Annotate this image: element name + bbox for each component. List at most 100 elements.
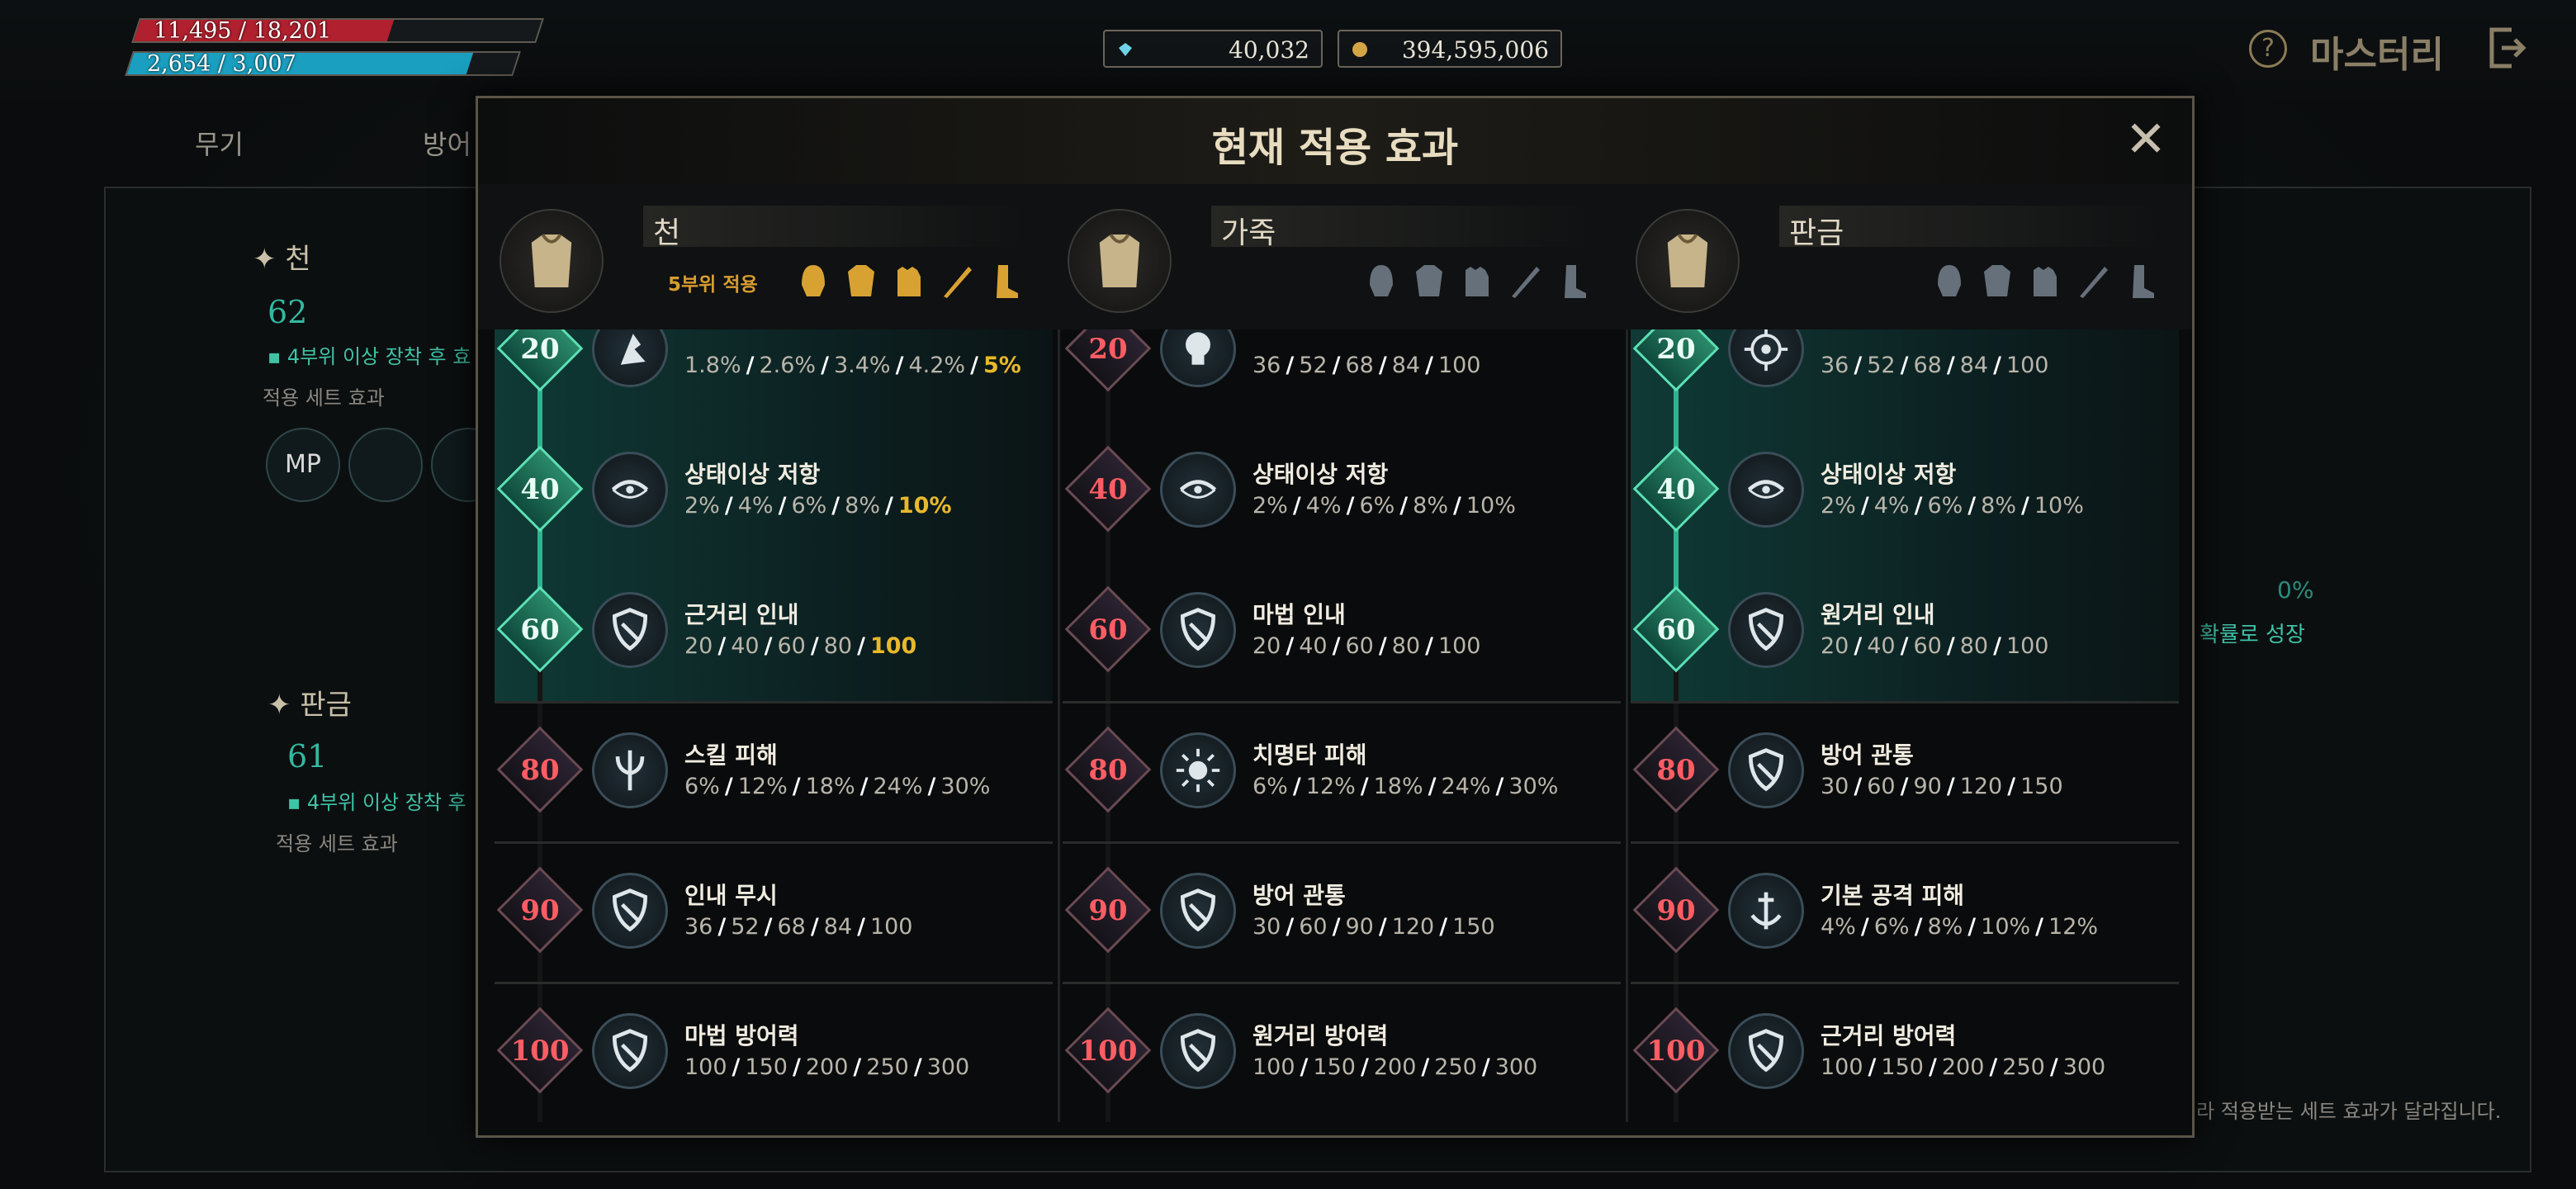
effects-column-leather: 20 36/52/68/84/100 40 상태이상 저항 2%/4%/6%/8%/10… (1063, 329, 1621, 1122)
tier-value: 100 (684, 1054, 727, 1080)
tier-value: 12% (737, 774, 788, 799)
effect-values: 20/40/60/80/100 (1252, 633, 1481, 659)
tier-value: 100 (869, 914, 913, 940)
tier-value: 200 (1941, 1054, 1985, 1080)
level-number: 100 (1646, 1035, 1706, 1068)
tab-weapon[interactable]: 무기 (195, 124, 244, 162)
level-number: 90 (520, 894, 560, 927)
help-icon[interactable]: ? (2249, 30, 2287, 68)
effect-button-2[interactable] (348, 428, 423, 502)
footer-note: 라 적용받는 세트 효과가 달라집니다. (2196, 1100, 2502, 1123)
effect-row-leather-20[interactable]: 20 36/52/68/84/100 (1063, 329, 1621, 420)
mp-effect-button[interactable]: MP (266, 428, 340, 502)
section-plate-title: ✦ 판금 (268, 689, 352, 722)
effect-row-leather-90[interactable]: 90 방어 관통 30/60/90/120/150 (1063, 841, 1621, 982)
leather-gloves-icon (1466, 267, 1489, 296)
effect-values: 100/150/200/250/300 (684, 1054, 970, 1080)
effect-row-cloth-20[interactable]: 20 1.8%/2.6%/3.4%/4.2%/5% (495, 329, 1053, 420)
tier-value: 300 (2062, 1054, 2106, 1080)
effect-values: 20/40/60/80/100 (684, 633, 917, 659)
effect-values: 36/52/68/84/100 (1821, 353, 2049, 378)
effect-row-plate-100[interactable]: 100 근거리 방어력 100/150/200/250/300 (1631, 982, 2179, 1122)
armor-header-leather[interactable]: 가죽 (1046, 184, 1608, 329)
plate-gloves-icon (2034, 267, 2057, 296)
effect-values: 36/52/68/84/100 (1252, 353, 1481, 378)
effect-row-leather-40[interactable]: 40 상태이상 저항 2%/4%/6%/8%/10% (1063, 420, 1621, 561)
effect-row-leather-80[interactable]: 80 치명타 피해 6%/12%/18%/24%/30% (1063, 701, 1621, 841)
effect-values: 6%/12%/18%/24%/30% (1252, 774, 1559, 799)
effect-name: 방어 관통 (1252, 882, 1346, 909)
gold-counter[interactable]: 394,595,006 (1338, 30, 1562, 68)
level-number: 20 (1088, 333, 1128, 366)
effect-name: 근거리 방어력 (1821, 1022, 1957, 1049)
effect-row-cloth-60[interactable]: 60 근거리 인내 20/40/60/80/100 (495, 561, 1053, 701)
shield-icon (1160, 592, 1236, 668)
effect-name: 상태이상 저항 (1821, 461, 1957, 488)
tier-value: 30% (940, 774, 991, 799)
effect-name: 마법 인내 (1252, 601, 1346, 628)
cloth-pieces (795, 260, 1023, 301)
section-plate-set-label: 적용 세트 효과 (276, 832, 398, 855)
effect-row-cloth-80[interactable]: 80 스킬 피해 6%/12%/18%/24%/30% (495, 701, 1053, 841)
tier-value: 30 (1252, 914, 1281, 940)
effect-row-cloth-100[interactable]: 100 마법 방어력 100/150/200/250/300 (495, 982, 1053, 1122)
effect-row-plate-80[interactable]: 80 방어 관통 30/60/90/120/150 (1631, 701, 2179, 841)
armor-header-plate[interactable]: 판금 (1614, 184, 2176, 329)
tier-value: 18% (805, 774, 855, 799)
effect-row-plate-90[interactable]: 90 기본 공격 피해 4%/6%/8%/10%/12% (1631, 841, 2179, 982)
effect-row-cloth-40[interactable]: 40 상태이상 저항 2%/4%/6%/8%/10% (495, 420, 1053, 561)
tier-value: 5% (983, 353, 1021, 378)
tier-value: 4% (1305, 493, 1342, 519)
effect-values: 30/60/90/120/150 (1821, 774, 2063, 799)
tier-value: 68 (1913, 353, 1942, 378)
close-icon[interactable]: ✕ (2123, 115, 2169, 164)
tier-value: 1.8% (684, 353, 741, 378)
effect-name: 근거리 인내 (684, 601, 799, 628)
tier-value: 60 (1299, 914, 1328, 940)
level-number: 60 (520, 613, 560, 647)
tier-value: 100 (2005, 633, 2049, 659)
effect-row-plate-40[interactable]: 40 상태이상 저항 2%/4%/6%/8%/10% (1631, 420, 2179, 561)
tier-value: 150 (1452, 914, 1495, 940)
set-effect-modal: 현재 적용 효과 ✕ 천 5부위 적용 가죽 판금 20 1.8%/2.6%/3.4% /… (476, 96, 2195, 1138)
section-plate-level: 61 (287, 738, 328, 775)
effect-row-leather-100[interactable]: 100 원거리 방어력 100/150/200/250/300 (1063, 982, 1621, 1122)
modal-title: 현재 적용 효과 (1211, 125, 1459, 171)
effect-row-plate-20[interactable]: 20 36/52/68/84/100 (1631, 329, 2179, 420)
gem-counter[interactable]: 40,032 (1103, 30, 1323, 68)
tier-value: 100 (2005, 353, 2049, 378)
mp-text: 2,654 / 3,007 (147, 51, 296, 77)
gold-coin-icon (1352, 42, 1367, 57)
plate-name: 판금 (1789, 216, 1844, 250)
tier-value: 10% (897, 493, 952, 519)
tab-armor[interactable]: 방어 (423, 124, 471, 162)
tier-value: 250 (1434, 1054, 1477, 1080)
plate-helmet-icon (1938, 265, 1961, 296)
effect-row-leather-60[interactable]: 60 마법 인내 20/40/60/80/100 (1063, 561, 1621, 701)
tier-value: 90 (1345, 914, 1374, 940)
armor-header-cloth[interactable]: 천 5부위 적용 (478, 184, 1039, 329)
tier-value: 8% (1927, 914, 1963, 940)
menu-title: 마스터리 (2310, 34, 2444, 76)
tier-value: 300 (1494, 1054, 1538, 1080)
effect-name: 치명타 피해 (1252, 741, 1367, 769)
cloth-chest-icon (848, 265, 874, 296)
effects-column-cloth: 20 1.8%/2.6%/3.4%/4.2%/5% 40 상태이상 저항 2%/4%/6… (495, 329, 1053, 1122)
effect-row-plate-60[interactable]: 60 원거리 인내 20/40/60/80/100 (1631, 561, 2179, 701)
exit-icon[interactable] (2487, 25, 2526, 71)
tier-value: 4% (1873, 493, 1910, 519)
row-divider (495, 701, 1053, 703)
cloth-name-bar: 천 (643, 206, 1031, 250)
tier-value: 100 (869, 633, 917, 659)
tier-value: 84 (1391, 353, 1421, 378)
tier-value: 20 (684, 633, 713, 659)
effect-values: 2%/4%/6%/8%/10% (684, 493, 952, 519)
tier-value: 12% (1305, 774, 1356, 799)
hp-text: 11,495 / 18,201 (154, 18, 332, 44)
effect-row-cloth-90[interactable]: 90 인내 무시 36/52/68/84/100 (495, 841, 1053, 982)
effect-values: 30/60/90/120/150 (1252, 914, 1495, 940)
right-percent: 0% (2277, 576, 2314, 604)
cloth-name: 천 (653, 216, 681, 250)
cloth-gloves-icon (897, 267, 921, 296)
effect-name: 인내 무시 (684, 882, 778, 909)
